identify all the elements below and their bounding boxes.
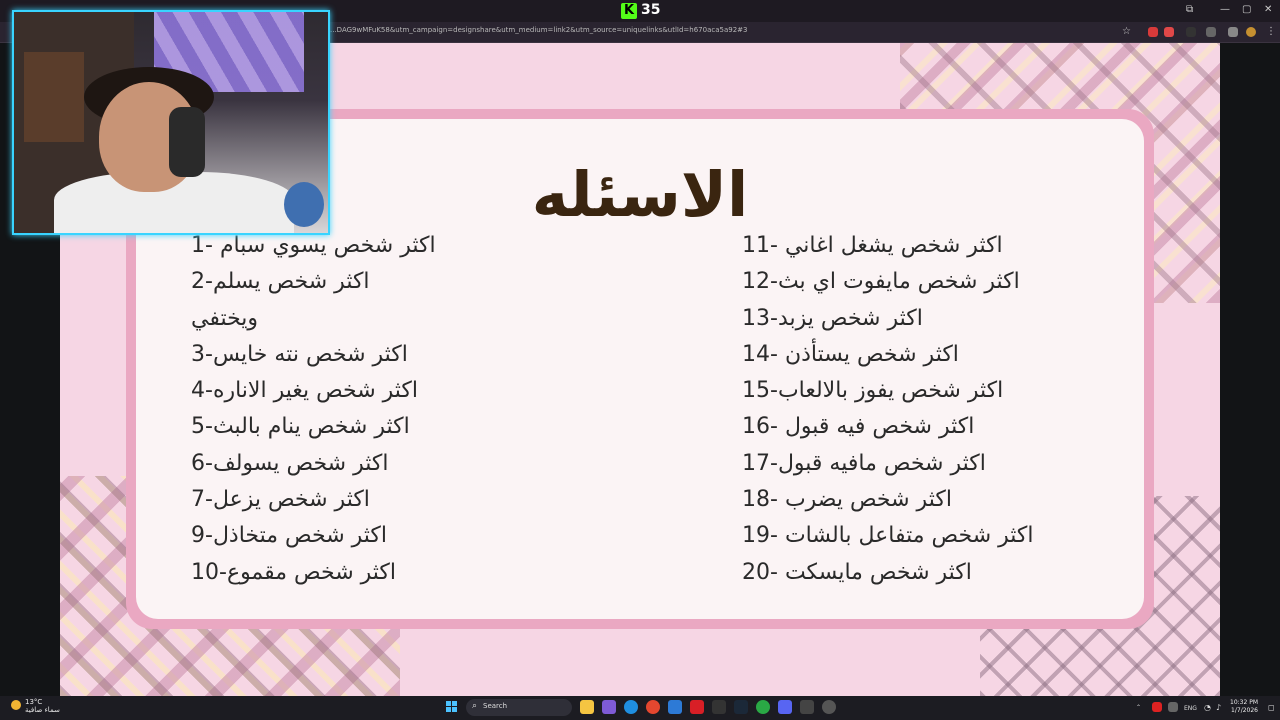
question-item: 5-اكثر شخص ينام بالبث <box>191 414 410 440</box>
volume-icon[interactable]: ♪ <box>1216 703 1221 712</box>
question-item: 2-اكثر شخص يسلم <box>191 269 370 295</box>
chrome-icon[interactable] <box>646 700 660 714</box>
weather-description: سماء صافية <box>25 706 60 714</box>
file-explorer-icon[interactable] <box>580 700 594 714</box>
question-item: 16- اكثر شخص فيه قبول <box>742 414 975 440</box>
extension-red-icon[interactable] <box>1148 27 1158 37</box>
windows-taskbar: 13°C سماء صافية ⌕ Search ⌃ ENG ◔ ♪ 10:32… <box>0 696 1280 720</box>
obs-icon[interactable] <box>822 700 836 714</box>
temperature: 13°C <box>25 698 43 706</box>
steam-icon[interactable] <box>734 700 748 714</box>
bookmark-star-icon[interactable]: ☆ <box>1122 26 1131 37</box>
webcam-overlay <box>12 10 330 235</box>
wifi-icon[interactable]: ◔ <box>1204 703 1211 712</box>
tray-app2-icon[interactable] <box>1168 702 1178 712</box>
question-item: 13-اكثر شخص يزبد <box>742 305 923 331</box>
clock-date: 1/7/2026 <box>1231 707 1258 714</box>
kick-logo-icon: K <box>621 3 637 19</box>
browser-icon[interactable] <box>756 700 770 714</box>
capcut-icon[interactable] <box>712 700 726 714</box>
search-placeholder: Search <box>483 702 508 710</box>
url-text[interactable]: ...DAG9wMFuK58&utm_campaign=designshare&… <box>330 26 747 34</box>
webcam-shelf <box>24 52 84 142</box>
page-background-right <box>1220 43 1280 696</box>
question-item: ويختفي <box>191 305 259 331</box>
edge-icon[interactable] <box>624 700 638 714</box>
weather-icon[interactable] <box>11 700 21 710</box>
question-item: 12-اكثر شخص مايفوت اي بث <box>742 269 1020 295</box>
question-item: 6-اكثر شخص يسولف <box>191 450 389 476</box>
notification-icon[interactable]: ◻ <box>1268 703 1275 712</box>
question-item: 4-اكثر شخص يغير الاناره <box>191 378 419 404</box>
system-clock[interactable]: 10:32 PM 1/7/2026 <box>1230 699 1258 715</box>
question-item: 9-اكثر شخص متخاذل <box>191 523 387 549</box>
question-item: 10-اكثر شخص مقموع <box>191 559 396 585</box>
question-item: 17-اكثر شخص مافيه قبول <box>742 450 986 476</box>
headset-icon <box>169 107 205 177</box>
taskbar-search[interactable]: ⌕ Search <box>466 699 572 716</box>
search-icon: ⌕ <box>472 701 478 711</box>
questions-list-left: 1- اكثر شخص يسوي سبام 2-اكثر شخص يسلم وي… <box>191 228 611 591</box>
mail-icon[interactable] <box>668 700 682 714</box>
extension-icon[interactable] <box>1164 27 1174 37</box>
questions-list-right: 11- اكثر شخص يشغل اغاني 12-اكثر شخص مايف… <box>742 228 1142 591</box>
profile-avatar[interactable] <box>1246 27 1256 37</box>
language-indicator[interactable]: ENG <box>1184 705 1197 712</box>
question-item: 18- اكثر شخص يضرب <box>742 487 952 513</box>
app-m-icon[interactable] <box>690 700 704 714</box>
close-icon[interactable]: ✕ <box>1264 4 1272 15</box>
question-item: 19- اكثر شخص متفاعل بالشات <box>742 523 1034 549</box>
discord-icon[interactable] <box>778 700 792 714</box>
question-item: 7-اكثر شخص يزعل <box>191 487 370 513</box>
menu-icon[interactable]: ⋮ <box>1266 26 1276 37</box>
question-item: 14- اكثر شخص يستأذن <box>742 341 959 367</box>
weather-widget[interactable]: 13°C سماء صافية <box>25 698 60 714</box>
tray-chevron-icon[interactable]: ⌃ <box>1136 704 1141 711</box>
clock-time: 10:32 PM <box>1230 699 1258 706</box>
viewer-count: 35 <box>641 2 661 18</box>
start-button[interactable] <box>446 701 458 713</box>
extension-puzzle-icon[interactable] <box>1206 27 1216 37</box>
plush-toy <box>284 182 324 227</box>
extensions-icon[interactable]: ⧉ <box>1186 4 1193 15</box>
capcut-alt-icon[interactable] <box>800 700 814 714</box>
question-item: 15-اكثر شخص يفوز بالالعاب <box>742 378 1004 404</box>
maximize-icon[interactable]: ▢ <box>1242 4 1251 15</box>
tray-app-icon[interactable] <box>1152 702 1162 712</box>
minimize-icon[interactable]: — <box>1220 4 1230 15</box>
copilot-icon[interactable] <box>602 700 616 714</box>
extension-dark-icon[interactable] <box>1186 27 1196 37</box>
sidebar-icon[interactable] <box>1228 27 1238 37</box>
question-item: 11- اكثر شخص يشغل اغاني <box>742 233 1003 258</box>
question-item: 20- اكثر شخص مايسكت <box>742 559 972 585</box>
question-item: 3-اكثر شخص نته خايس <box>191 341 408 367</box>
